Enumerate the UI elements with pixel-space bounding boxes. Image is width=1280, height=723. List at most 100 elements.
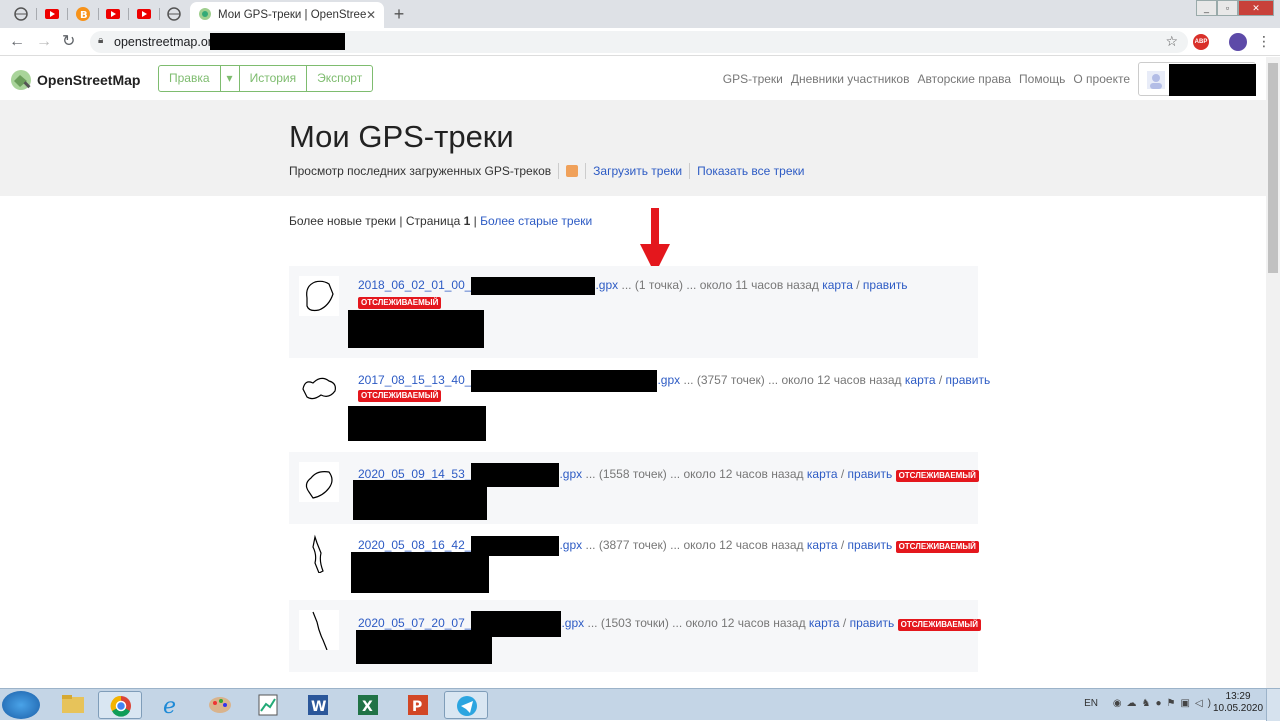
edit-trace-link[interactable]: править	[863, 278, 908, 292]
system-clock[interactable]: 13:29 10.05.2020	[1213, 691, 1263, 715]
address-bar[interactable]: 🔒︎ openstreetmap.org/ ☆	[90, 31, 1188, 53]
nav-user-diaries[interactable]: Дневники участников	[791, 72, 910, 86]
map-link[interactable]: карта	[807, 538, 838, 552]
url-text[interactable]: openstreetmap.org/	[114, 35, 222, 49]
profile-avatar[interactable]	[1229, 33, 1247, 51]
close-window-button[interactable]: ✕	[1238, 0, 1274, 16]
trace-info: ... (3877 точек) ... около 12 часов наза…	[582, 538, 807, 553]
trace-ext[interactable]: .gpx	[561, 616, 584, 630]
main-nav: GPS-треки Дневники участников Авторские …	[723, 72, 1130, 86]
map-link[interactable]: карта	[822, 278, 853, 292]
trace-name-link[interactable]: 2017_08_15_13_40_	[358, 373, 471, 387]
edit-trace-link[interactable]: править	[848, 538, 893, 552]
chart-app-icon[interactable]	[246, 691, 290, 719]
word-icon[interactable]: W	[296, 691, 340, 719]
nav-about[interactable]: О проекте	[1073, 72, 1130, 86]
bookmark-star-icon[interactable]: ☆	[1165, 33, 1178, 50]
trace-line: 2017_08_15_13_40_ .gpx ... (3757 точек) .…	[358, 370, 990, 392]
close-tab-icon[interactable]: ✕	[366, 8, 376, 22]
trace-thumbnail[interactable]	[299, 276, 339, 316]
trace-info: ... (1503 точки) ... около 12 часов наза…	[584, 616, 809, 631]
trace-name-link[interactable]: 2018_06_02_01_00_	[358, 278, 471, 292]
scrollbar-thumb[interactable]	[1268, 63, 1278, 273]
trace-name-link[interactable]: 2020_05_08_16_42_	[358, 538, 471, 552]
start-button[interactable]	[2, 691, 40, 719]
maximize-button[interactable]: ▫	[1217, 0, 1238, 16]
excel-icon[interactable]: X	[346, 691, 390, 719]
user-menu[interactable]	[1138, 62, 1256, 96]
show-all-traces-link[interactable]: Показать все треки	[697, 164, 804, 178]
trace-info: ... (1558 точек) ... около 12 часов наза…	[582, 467, 807, 482]
active-tab[interactable]: Мои GPS-треки | OpenStreetMap ✕	[190, 2, 384, 28]
tab-title: Мои GPS-треки | OpenStreetMap	[218, 9, 366, 21]
trace-ext[interactable]: .gpx	[595, 278, 618, 292]
svg-text:W: W	[311, 699, 326, 715]
menu-dots-icon[interactable]: ⋮	[1257, 33, 1271, 50]
powerpoint-icon[interactable]: P	[396, 691, 440, 719]
page-scrollbar[interactable]	[1266, 57, 1280, 688]
trace-ext[interactable]: .gpx	[559, 467, 582, 481]
file-explorer-icon[interactable]	[50, 691, 94, 719]
telegram-icon[interactable]	[444, 691, 488, 719]
edit-trace-link[interactable]: править	[946, 373, 991, 387]
osm-header: OpenStreetMap Правка ▾ История Экспорт G…	[0, 57, 1280, 100]
edit-dropdown-icon[interactable]: ▾	[221, 66, 240, 91]
minimize-button[interactable]: _	[1196, 0, 1217, 16]
content-heading: Мои GPS-треки Просмотр последних загруже…	[0, 100, 1280, 196]
reload-icon[interactable]: ↻	[62, 33, 75, 51]
upload-traces-link[interactable]: Загрузить треки	[593, 164, 682, 178]
tracking-badge: ОТСЛЕЖИВАЕМЫЙ	[358, 390, 442, 402]
show-desktop-button[interactable]	[1266, 689, 1280, 721]
back-icon[interactable]: ←	[9, 33, 25, 51]
nav-copyright[interactable]: Авторские права	[917, 72, 1011, 86]
trace-row: 2020_05_08_16_42_ .gpx ... (3877 точек) .…	[289, 525, 979, 597]
trace-ext[interactable]: .gpx	[657, 373, 680, 387]
svg-text:X: X	[362, 699, 373, 715]
forward-icon[interactable]: →	[36, 33, 52, 51]
subtitle-row: Просмотр последних загруженных GPS-треко…	[289, 163, 804, 179]
map-link[interactable]: карта	[807, 467, 838, 481]
edit-trace-link[interactable]: править	[848, 467, 893, 481]
chrome-icon[interactable]	[98, 691, 142, 719]
trace-ext[interactable]: .gpx	[559, 538, 582, 552]
osm-logo[interactable]: OpenStreetMap	[10, 69, 140, 91]
map-link[interactable]: карта	[905, 373, 936, 387]
tracking-badge: ОТСЛЕЖИВАЕМЫЙ	[895, 541, 979, 554]
youtube-icon[interactable]	[104, 5, 122, 23]
adblock-icon[interactable]: ABP	[1193, 34, 1209, 50]
globe-icon[interactable]	[165, 5, 183, 23]
internet-explorer-icon[interactable]: e	[150, 691, 194, 719]
nav-gps-traces[interactable]: GPS-треки	[723, 72, 783, 86]
export-button[interactable]: Экспорт	[307, 66, 372, 91]
paint-icon[interactable]	[198, 691, 242, 719]
nav-help[interactable]: Помощь	[1019, 72, 1065, 86]
edit-button[interactable]: Правка	[159, 66, 221, 91]
edit-trace-link[interactable]: править	[850, 616, 895, 630]
redaction	[356, 630, 492, 664]
map-link[interactable]: карта	[809, 616, 840, 630]
globe-icon[interactable]	[12, 5, 30, 23]
trace-thumbnail[interactable]	[299, 462, 339, 502]
redaction	[353, 480, 487, 520]
trace-name-link[interactable]: 2020_05_07_20_07_	[358, 616, 471, 630]
new-tab-button[interactable]: +	[390, 5, 408, 23]
trace-thumbnail[interactable]	[299, 533, 339, 573]
tray-icons[interactable]: ◉☁♞●⚑▣◁)	[1113, 698, 1216, 709]
bitcoin-icon[interactable]: B	[74, 5, 92, 23]
logo-text: OpenStreetMap	[37, 72, 141, 88]
history-button[interactable]: История	[240, 66, 308, 91]
language-indicator[interactable]: EN	[1084, 698, 1098, 709]
tracking-badge: ОТСЛЕЖИВАЕМЫЙ	[358, 297, 442, 309]
youtube-icon[interactable]	[43, 5, 61, 23]
redaction	[348, 406, 486, 441]
trace-thumbnail[interactable]	[299, 610, 339, 650]
trace-thumbnail[interactable]	[299, 369, 339, 409]
trace-info: ... (1 точка) ... около 11 часов назад	[618, 278, 823, 293]
subtitle-text: Просмотр последних загруженных GPS-треко…	[289, 164, 552, 178]
windows-taskbar: e W X P EN ◉☁♞●⚑▣◁) 13:29 10.05.2020	[0, 688, 1280, 721]
older-traces-link[interactable]: Более старые треки	[480, 214, 592, 228]
youtube-icon[interactable]	[135, 5, 153, 23]
trace-info: ... (3757 точек) ... около 12 часов наза…	[680, 373, 905, 388]
rss-icon[interactable]	[566, 165, 579, 177]
tracking-badge: ОТСЛЕЖИВАЕМЫЙ	[895, 470, 979, 483]
